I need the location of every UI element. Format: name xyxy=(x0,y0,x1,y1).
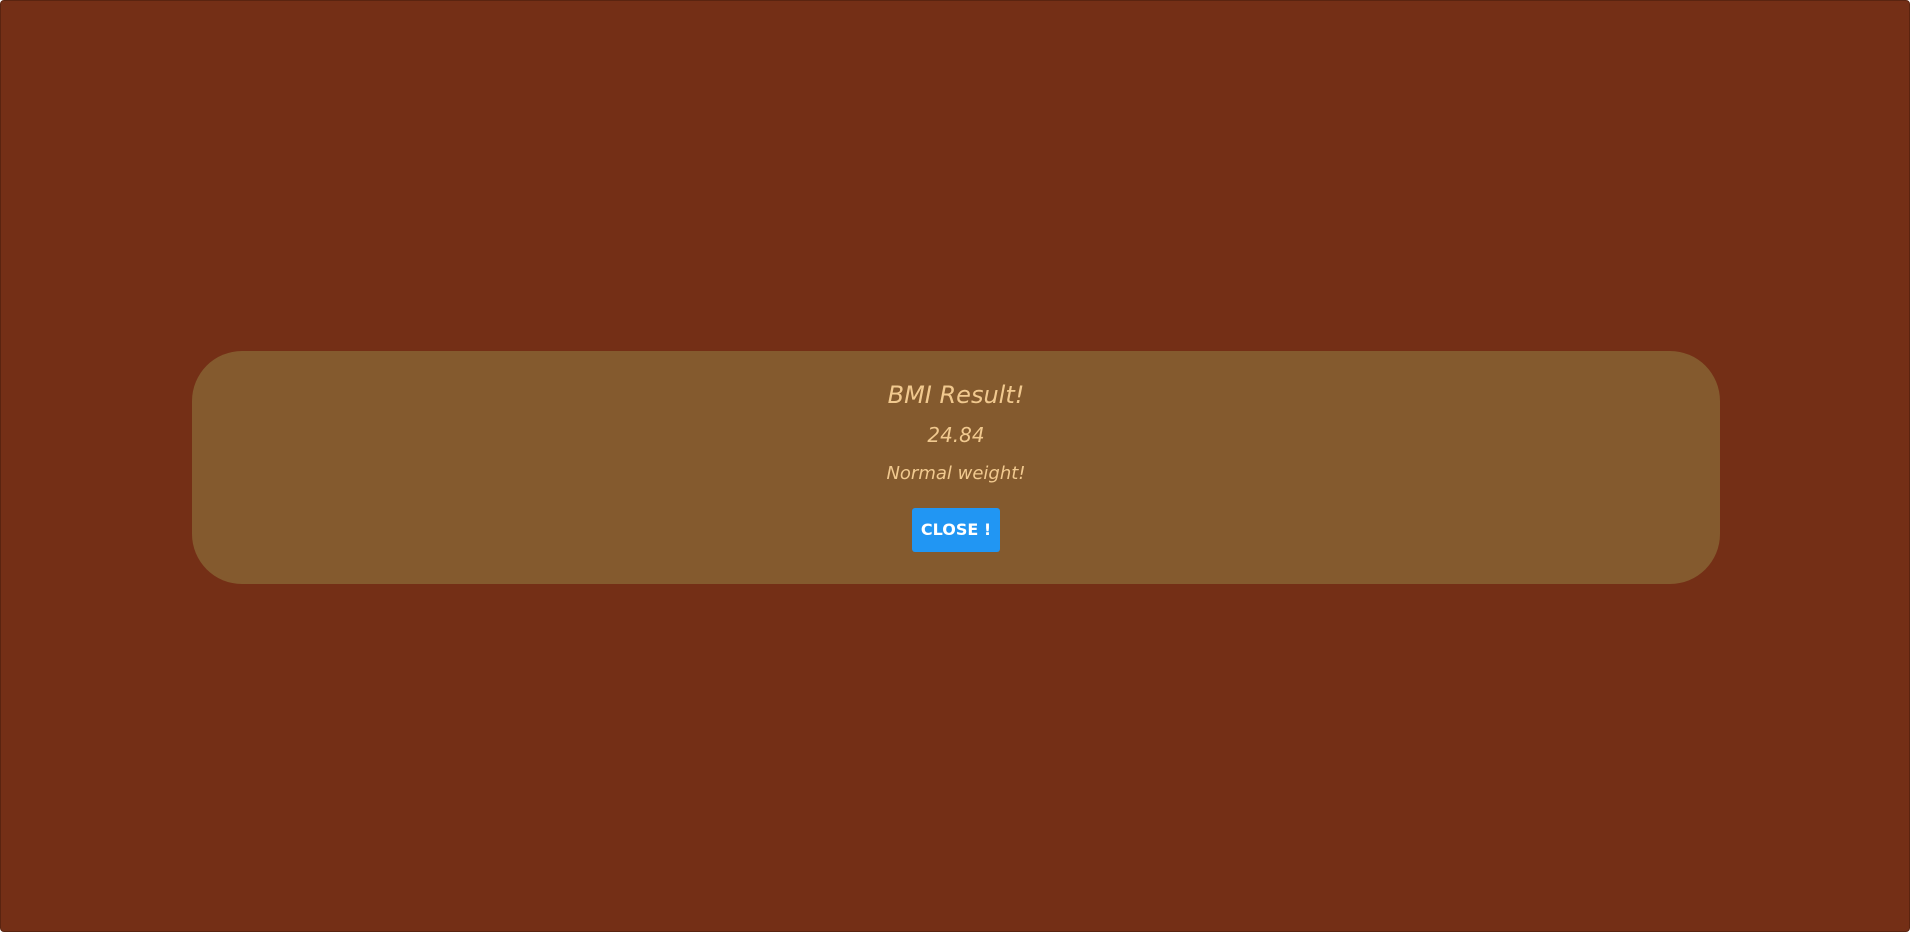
bmi-value: 24.84 xyxy=(927,423,985,447)
app-viewport: BMI Result! 24.84 Normal weight! CLOSE ! xyxy=(0,0,1910,932)
result-title: BMI Result! xyxy=(887,381,1025,409)
close-button[interactable]: CLOSE ! xyxy=(911,508,1001,552)
weight-status: Normal weight! xyxy=(886,463,1026,484)
bmi-result-card: BMI Result! 24.84 Normal weight! CLOSE ! xyxy=(192,351,1720,584)
